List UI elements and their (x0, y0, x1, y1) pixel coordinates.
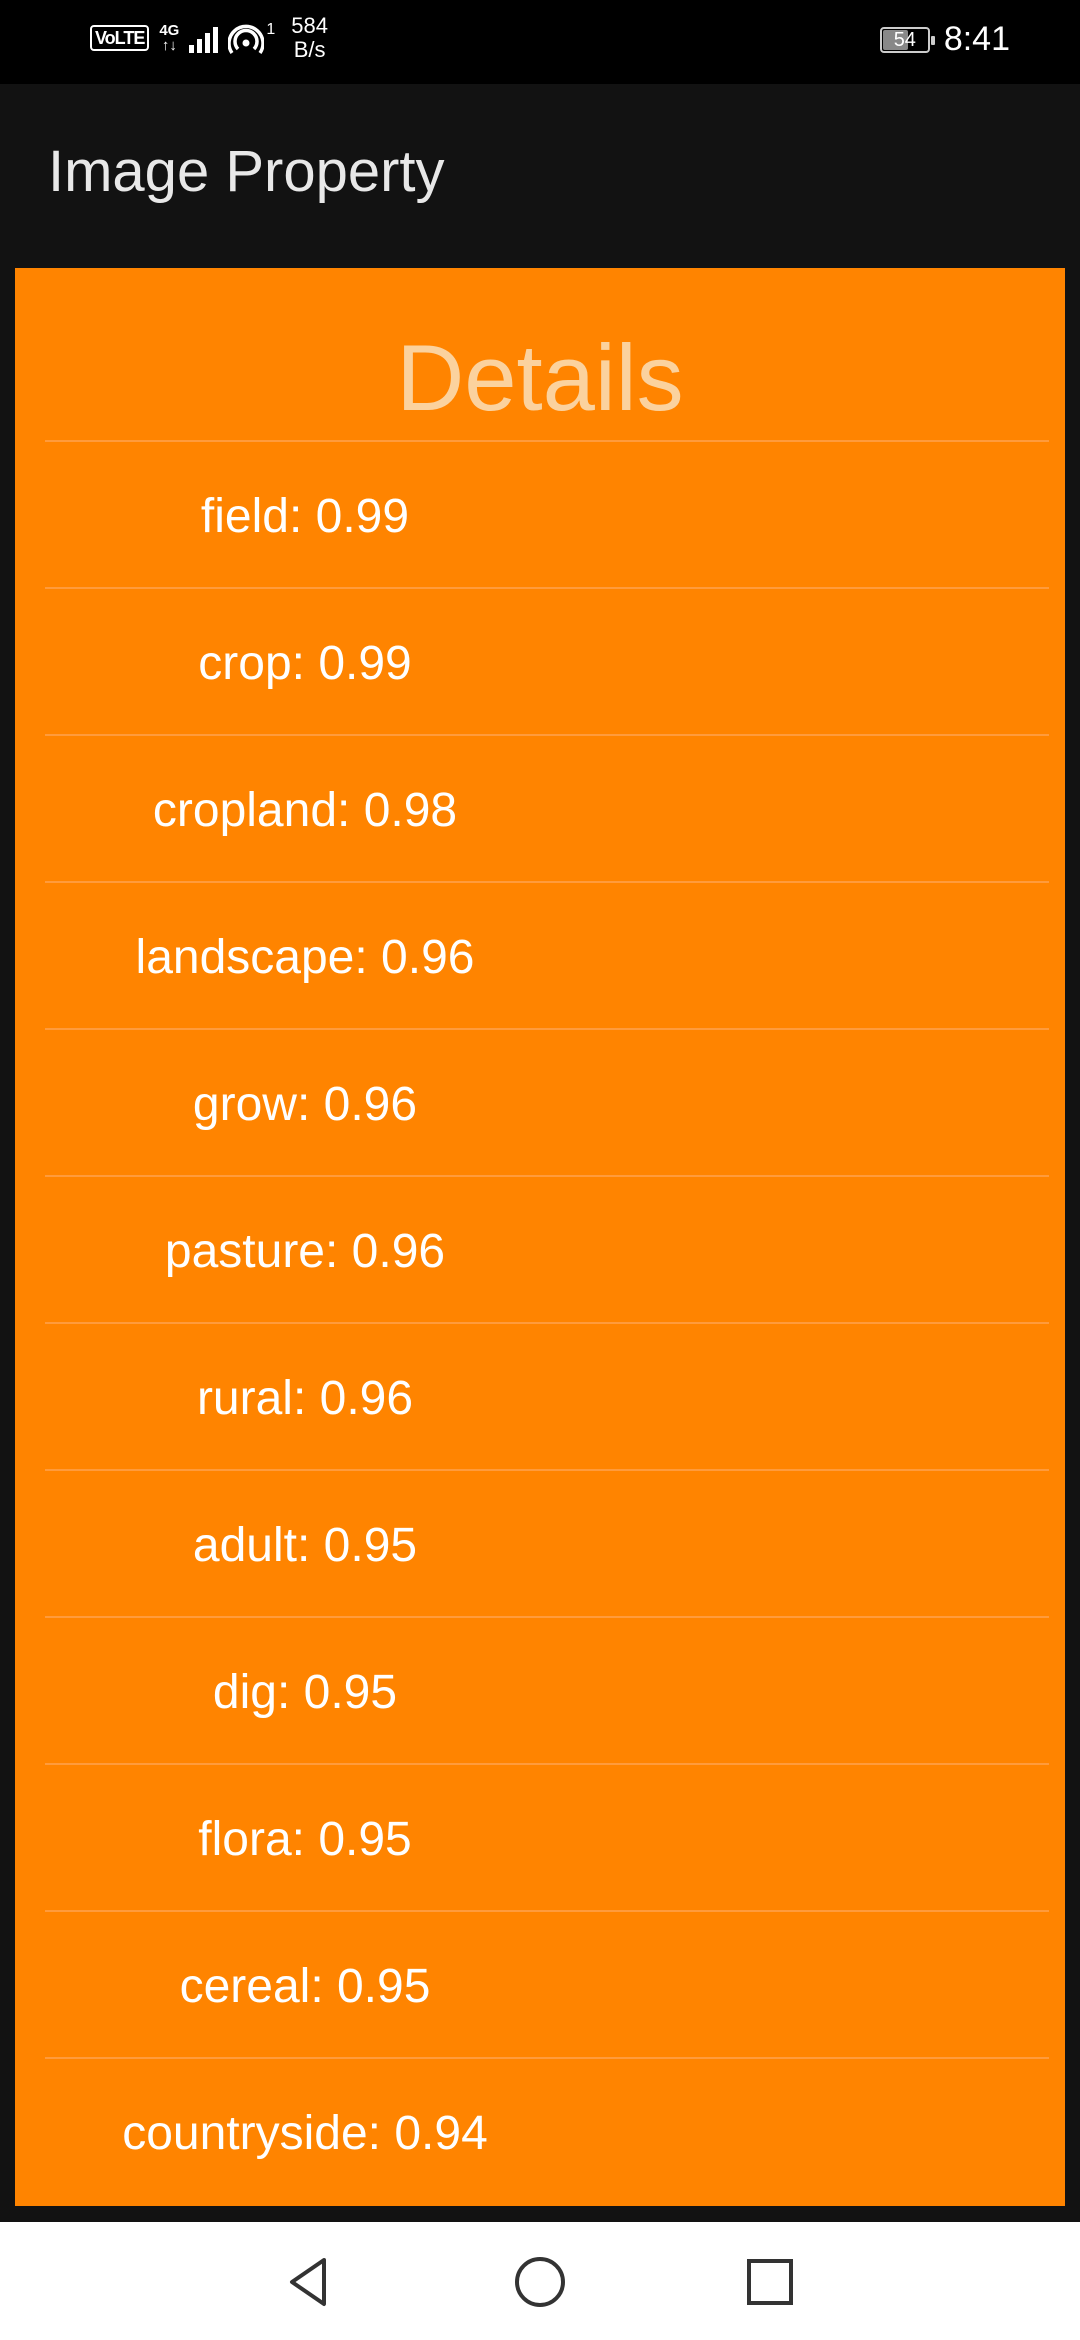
battery-icon: 54 (879, 26, 935, 53)
list-item-label: cropland: 0.98 (152, 784, 458, 837)
list-item-label: flora: 0.95 (198, 1813, 412, 1866)
screen: VoLTE 4G ↑↓ 1 584 B/s 54 8:41 Image Prop… (0, 0, 1080, 2340)
list-item[interactable]: grow: 0.96 (15, 1030, 1065, 1177)
hotspot-icon: 1 (228, 21, 275, 55)
details-list: field: 0.99 crop: 0.99 cropland: 0.98 lands… (15, 442, 1065, 2206)
app-bar: Image Property (0, 84, 1080, 268)
list-item-label: rural: 0.96 (196, 1372, 414, 1425)
list-item-label: crop: 0.99 (198, 637, 412, 690)
list-item[interactable]: landscape: 0.96 (15, 883, 1065, 1030)
list-item[interactable]: cereal: 0.95 (15, 1912, 1065, 2059)
circle-home-icon (515, 2257, 565, 2307)
details-card: Details field: 0.99 crop: 0.99 cropland: 0… (15, 268, 1065, 2206)
network-activity-label: ↑↓ (161, 37, 177, 54)
list-item[interactable]: countryside: 0.94 (15, 2059, 1065, 2206)
list-item[interactable]: crop: 0.99 (15, 589, 1065, 736)
list-item-label: landscape: 0.96 (135, 931, 475, 984)
status-right: 54 8:41 (879, 20, 1010, 59)
list-item-label: dig: 0.95 (212, 1666, 398, 1719)
status-clock: 8:41 (943, 20, 1010, 58)
list-item-label: cereal: 0.95 (179, 1960, 431, 2013)
back-button[interactable] (270, 2242, 350, 2322)
list-item[interactable]: rural: 0.96 (15, 1324, 1065, 1471)
list-item[interactable]: adult: 0.95 (15, 1471, 1065, 1618)
signal-strength-icon (189, 23, 219, 53)
triangle-back-icon (290, 2258, 326, 2306)
list-item-label: countryside: 0.94 (122, 2107, 488, 2160)
list-item-label: field: 0.99 (200, 490, 410, 543)
list-item[interactable]: field: 0.99 (15, 442, 1065, 589)
volte-icon: VoLTE (90, 25, 150, 51)
list-item[interactable]: cropland: 0.98 (15, 736, 1065, 883)
list-item-label: pasture: 0.96 (164, 1225, 446, 1278)
list-item[interactable]: pasture: 0.96 (15, 1177, 1065, 1324)
network-speed: 584 B/s (291, 14, 328, 62)
list-item-label: adult: 0.95 (192, 1519, 418, 1572)
network-speed-unit: B/s (293, 37, 326, 62)
list-item-label: grow: 0.96 (192, 1078, 418, 1131)
status-left: VoLTE 4G ↑↓ 1 584 B/s (90, 14, 328, 62)
network-type-label: 4G (159, 22, 180, 39)
recents-button[interactable] (730, 2242, 810, 2322)
network-speed-value: 584 (291, 13, 328, 38)
home-button[interactable] (500, 2242, 580, 2322)
list-item[interactable]: flora: 0.95 (15, 1765, 1065, 1912)
network-type-icon: 4G ↑↓ (159, 23, 179, 53)
details-heading: Details (396, 325, 684, 430)
square-recents-icon (747, 2259, 793, 2305)
battery-level: 54 (893, 28, 916, 51)
status-bar: VoLTE 4G ↑↓ 1 584 B/s 54 8:41 (0, 0, 1080, 84)
list-item[interactable]: dig: 0.95 (15, 1618, 1065, 1765)
hotspot-count: 1 (266, 21, 276, 38)
page-title: Image Property (48, 139, 445, 204)
navigation-bar (0, 2222, 1080, 2340)
